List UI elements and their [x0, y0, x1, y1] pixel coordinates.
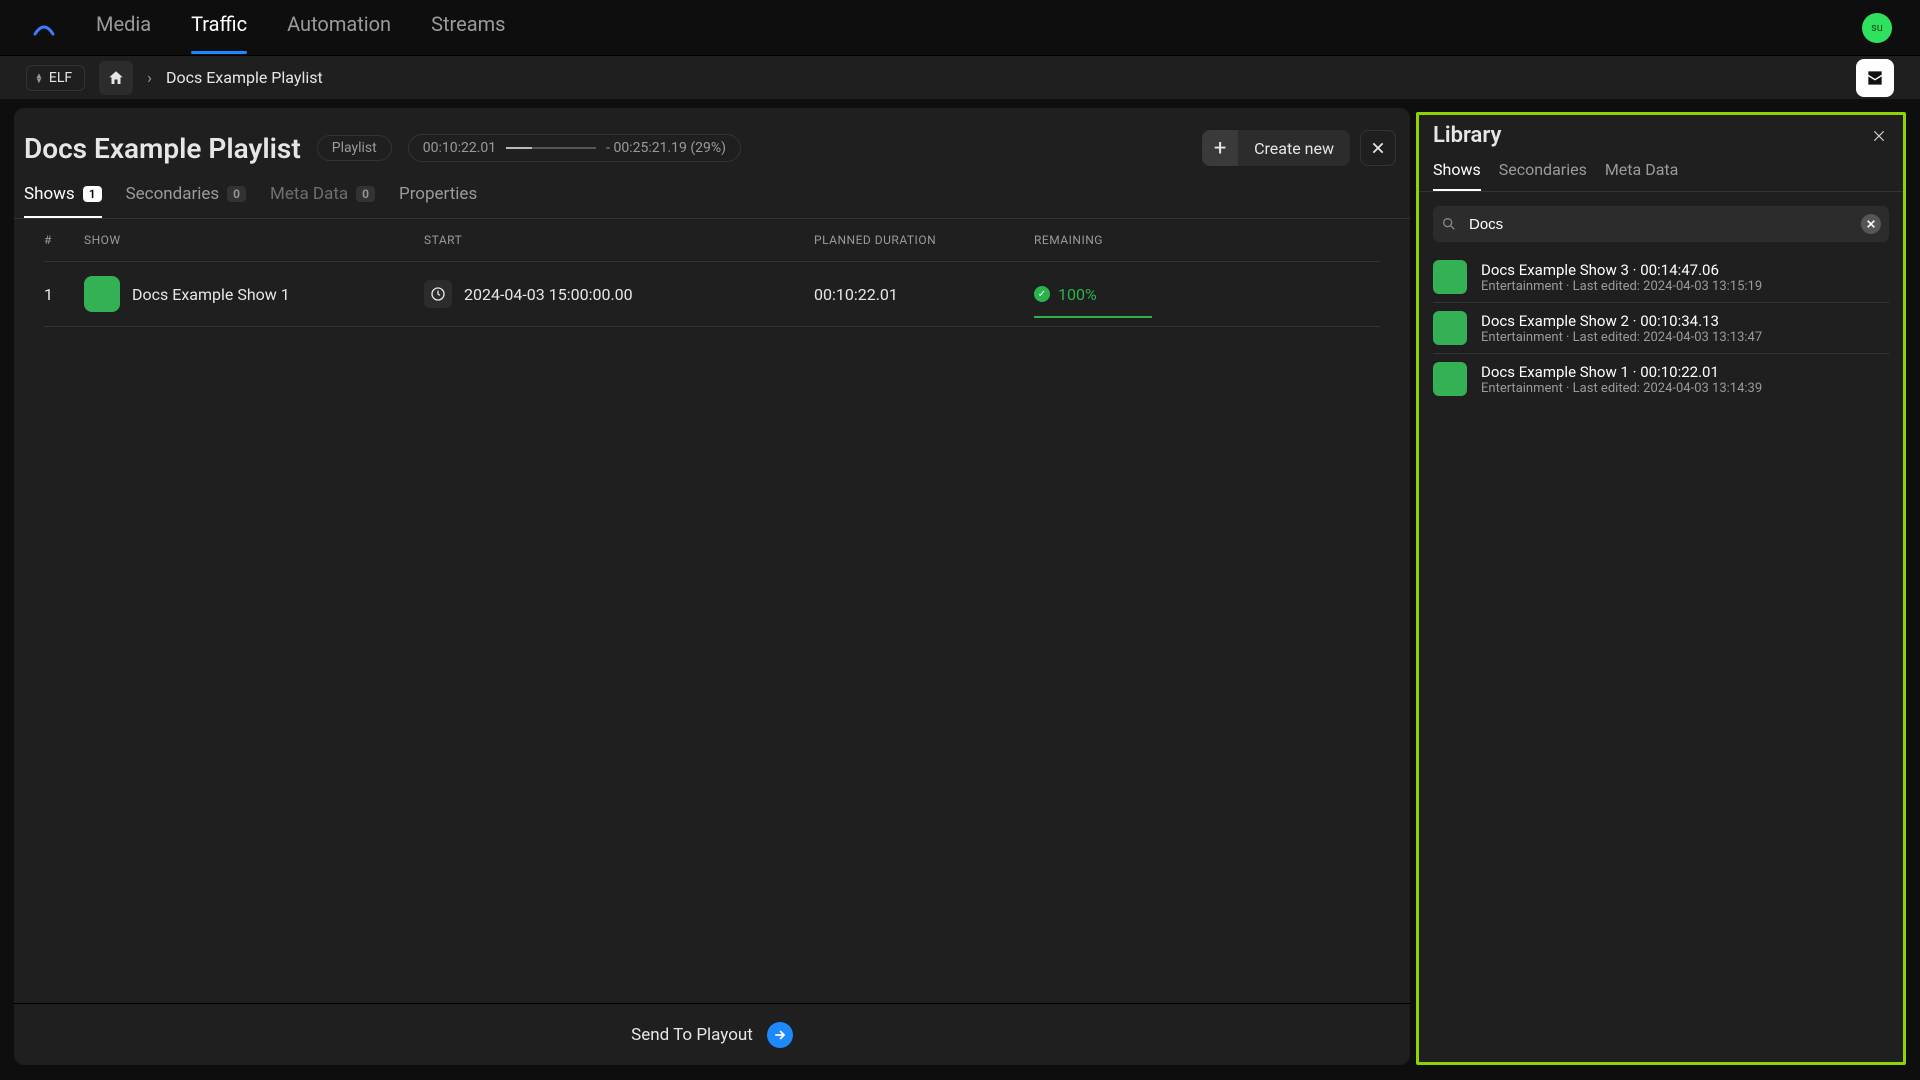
show-swatch-icon [1433, 260, 1467, 294]
library-item-sub: Entertainment · Last edited: 2024-04-03 … [1481, 330, 1762, 345]
show-swatch-icon [1433, 311, 1467, 345]
library-tab-shows[interactable]: Shows [1433, 160, 1481, 191]
create-new-button[interactable]: + Create new [1202, 130, 1350, 166]
library-item-sub: Entertainment · Last edited: 2024-04-03 … [1481, 279, 1762, 294]
col-num: # [44, 233, 84, 247]
tab-secondaries[interactable]: Secondaries 0 [126, 184, 246, 218]
app-logo[interactable] [28, 12, 60, 44]
library-item-title: Docs Example Show 3 · 00:14:47.06 [1481, 261, 1762, 279]
check-circle-icon: ✓ [1034, 286, 1050, 302]
progress-elapsed: 00:10:22.01 [423, 140, 496, 156]
sort-icon: ▲▼ [35, 73, 43, 83]
library-close-button[interactable] [1867, 124, 1891, 148]
row-show-name: Docs Example Show 1 [132, 285, 290, 304]
progress-summary: 00:10:22.01 - 00:25:21.19 (29%) [408, 134, 741, 162]
library-item-title: Docs Example Show 2 · 00:10:34.13 [1481, 312, 1762, 330]
tab-shows-label: Shows [24, 184, 75, 204]
tab-properties-label: Properties [399, 184, 477, 204]
send-to-playout-label: Send To Playout [631, 1025, 753, 1045]
col-planned: PLANNED DURATION [814, 233, 1034, 247]
library-title: Library [1433, 123, 1501, 148]
home-button[interactable] [99, 61, 133, 95]
nav-streams[interactable]: Streams [431, 12, 505, 44]
tab-metadata-count: 0 [356, 186, 375, 202]
search-clear-button[interactable] [1861, 214, 1881, 234]
close-icon [1872, 129, 1886, 143]
row-num: 1 [44, 285, 84, 304]
row-planned: 00:10:22.01 [814, 285, 1034, 304]
library-icon [1865, 68, 1885, 88]
library-item-title: Docs Example Show 1 · 00:10:22.01 [1481, 363, 1762, 381]
nav-traffic[interactable]: Traffic [191, 12, 247, 44]
remaining-bar [1034, 316, 1152, 318]
library-item-sub: Entertainment · Last edited: 2024-04-03 … [1481, 381, 1762, 396]
library-tab-metadata[interactable]: Meta Data [1605, 160, 1679, 191]
tab-secondaries-count: 0 [227, 186, 246, 202]
nav-automation[interactable]: Automation [287, 12, 391, 44]
col-show: SHOW [84, 233, 424, 247]
library-toggle-button[interactable] [1856, 59, 1894, 97]
clock-icon [424, 280, 452, 308]
nav-media[interactable]: Media [96, 12, 151, 44]
breadcrumb-playlist[interactable]: Docs Example Playlist [166, 68, 323, 87]
page-title: Docs Example Playlist [24, 132, 301, 165]
tab-metadata[interactable]: Meta Data 0 [270, 184, 375, 218]
channel-selector[interactable]: ▲▼ ELF [26, 65, 85, 91]
arrow-right-circle-icon [767, 1022, 793, 1048]
library-item[interactable]: Docs Example Show 1 · 00:10:22.01 Entert… [1433, 354, 1889, 404]
tab-metadata-label: Meta Data [270, 184, 348, 204]
plus-icon: + [1202, 130, 1238, 166]
show-swatch-icon [84, 276, 120, 312]
library-item[interactable]: Docs Example Show 3 · 00:14:47.06 Entert… [1433, 252, 1889, 303]
playlist-chip: Playlist [317, 135, 392, 161]
user-avatar[interactable]: su [1862, 13, 1892, 43]
table-row[interactable]: 1 Docs Example Show 1 2024-04-03 15:00:0… [44, 262, 1380, 327]
create-new-label: Create new [1238, 139, 1350, 158]
col-remaining: REMAINING [1034, 233, 1234, 247]
tab-shows-count: 1 [83, 186, 102, 202]
tab-properties[interactable]: Properties [399, 184, 477, 218]
row-start: 2024-04-03 15:00:00.00 [464, 285, 633, 304]
tab-secondaries-label: Secondaries [126, 184, 220, 204]
close-button[interactable] [1360, 130, 1396, 166]
close-icon [1371, 141, 1385, 155]
channel-label: ELF [49, 70, 72, 86]
library-item[interactable]: Docs Example Show 2 · 00:10:34.13 Entert… [1433, 303, 1889, 354]
show-swatch-icon [1433, 362, 1467, 396]
chevron-right-icon: › [147, 68, 152, 87]
library-search[interactable] [1433, 206, 1889, 242]
col-start: START [424, 233, 814, 247]
progress-remaining: - 00:25:21.19 (29%) [606, 140, 726, 156]
progress-bar [506, 147, 596, 149]
tab-shows[interactable]: Shows 1 [24, 184, 102, 218]
close-icon [1866, 219, 1876, 229]
home-icon [107, 69, 125, 87]
send-to-playout-button[interactable]: Send To Playout [631, 1022, 793, 1048]
library-tab-secondaries[interactable]: Secondaries [1499, 160, 1587, 191]
row-remaining: 100% [1058, 285, 1097, 304]
search-icon [1441, 216, 1457, 232]
library-search-input[interactable] [1467, 215, 1851, 234]
